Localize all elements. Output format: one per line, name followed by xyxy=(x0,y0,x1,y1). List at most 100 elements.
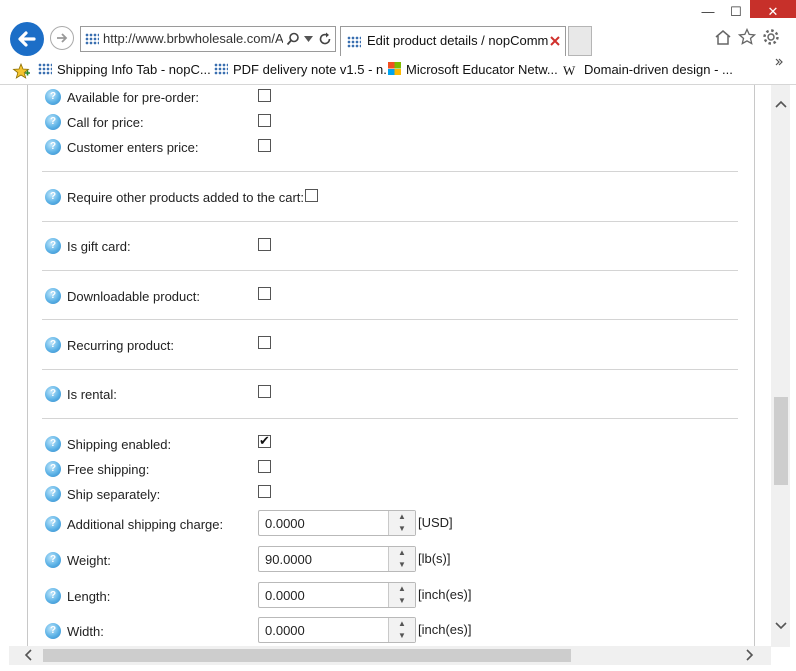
vertical-scroll-thumb[interactable] xyxy=(774,397,788,485)
help-icon[interactable]: ? xyxy=(45,238,61,254)
check-mark-icon: ✔ xyxy=(259,433,270,448)
decrement-arrow-icon[interactable]: ▼ xyxy=(389,523,415,535)
new-tab-button[interactable] xyxy=(568,26,592,56)
is-gift-card-label: Is gift card: xyxy=(67,239,131,254)
require-other-products-label: Require other products added to the cart… xyxy=(67,190,305,205)
downloadable-product-checkbox[interactable] xyxy=(258,287,271,300)
length-input[interactable]: 0.0000 ▲ ▼ xyxy=(258,582,416,608)
width-label: Width: xyxy=(67,624,104,639)
weight-input[interactable]: 90.0000 ▲ ▼ xyxy=(258,546,416,572)
decrement-arrow-icon[interactable]: ▼ xyxy=(389,559,415,571)
help-icon[interactable]: ? xyxy=(45,623,61,639)
back-arrow-icon xyxy=(18,31,36,47)
vertical-scrollbar[interactable] xyxy=(771,85,790,647)
forward-button[interactable] xyxy=(50,26,74,50)
section-divider xyxy=(42,418,738,419)
free-shipping-label: Free shipping: xyxy=(67,462,150,477)
section-divider xyxy=(42,319,738,320)
help-icon[interactable]: ? xyxy=(45,139,61,155)
favorites-overflow-icon[interactable] xyxy=(775,58,783,66)
favorite-link-shipping-info[interactable]: Shipping Info Tab - nopC... xyxy=(38,62,211,77)
decrement-arrow-icon[interactable]: ▼ xyxy=(389,595,415,607)
help-icon[interactable]: ? xyxy=(45,552,61,568)
address-bar[interactable]: http://www.brbwholesale.com/A xyxy=(80,26,336,52)
spinner-buttons: ▲ ▼ xyxy=(388,618,415,642)
favorite-link-microsoft-educator[interactable]: Microsoft Educator Netw... xyxy=(388,62,558,77)
increment-arrow-icon[interactable]: ▲ xyxy=(389,583,415,595)
free-shipping-checkbox[interactable] xyxy=(258,460,271,473)
microsoft-logo-icon xyxy=(388,62,401,75)
increment-arrow-icon[interactable]: ▲ xyxy=(389,511,415,523)
section-divider xyxy=(42,369,738,370)
grid-favicon-icon xyxy=(214,63,228,75)
length-unit-label: [inch(es)] xyxy=(418,587,472,602)
weight-label: Weight: xyxy=(67,553,111,568)
increment-arrow-icon[interactable]: ▲ xyxy=(389,547,415,559)
call-for-price-checkbox[interactable] xyxy=(258,114,271,127)
available-preorder-checkbox[interactable] xyxy=(258,89,271,102)
help-icon[interactable]: ? xyxy=(45,486,61,502)
favorites-bar: Shipping Info Tab - nopC... PDF delivery… xyxy=(0,58,796,85)
tab-edit-product[interactable]: Edit product details / nopComm xyxy=(340,26,566,56)
scroll-down-arrow-icon[interactable] xyxy=(774,619,788,633)
favorites-star-icon[interactable] xyxy=(738,28,756,46)
help-icon[interactable]: ? xyxy=(45,337,61,353)
search-icon[interactable] xyxy=(286,32,300,46)
customer-enters-price-checkbox[interactable] xyxy=(258,139,271,152)
ship-separately-checkbox[interactable] xyxy=(258,485,271,498)
add-favorite-star-icon[interactable] xyxy=(12,63,30,79)
available-preorder-label: Available for pre-order: xyxy=(67,90,199,105)
home-icon[interactable] xyxy=(714,29,732,46)
spinner-buttons: ▲ ▼ xyxy=(388,583,415,607)
tab-label: Edit product details / nopComm xyxy=(367,33,549,48)
ship-separately-label: Ship separately: xyxy=(67,487,161,502)
wikipedia-w-icon: W xyxy=(563,63,576,78)
refresh-icon[interactable] xyxy=(318,32,332,46)
section-divider xyxy=(42,270,738,271)
help-icon[interactable]: ? xyxy=(45,288,61,304)
page-viewport: ? Available for pre-order: ? Call for pr… xyxy=(9,85,771,647)
additional-shipping-charge-label: Additional shipping charge: xyxy=(67,517,224,532)
address-url: http://www.brbwholesale.com/A xyxy=(103,31,283,46)
is-rental-label: Is rental: xyxy=(67,387,117,402)
help-icon[interactable]: ? xyxy=(45,114,61,130)
back-button[interactable] xyxy=(10,22,44,56)
horizontal-scroll-thumb[interactable] xyxy=(43,649,571,662)
scroll-right-arrow-icon[interactable] xyxy=(745,649,755,664)
is-gift-card-checkbox[interactable] xyxy=(258,238,271,251)
additional-shipping-charge-input[interactable]: 0.0000 ▲ ▼ xyxy=(258,510,416,536)
help-icon[interactable]: ? xyxy=(45,461,61,477)
help-icon[interactable]: ? xyxy=(45,386,61,402)
favorite-link-domain-driven[interactable]: W Domain-driven design - ... xyxy=(563,62,733,78)
length-label: Length: xyxy=(67,589,111,604)
help-icon[interactable]: ? xyxy=(45,516,61,532)
forward-arrow-icon xyxy=(57,33,68,43)
horizontal-scrollbar[interactable] xyxy=(9,646,771,665)
width-input[interactable]: 0.0000 ▲ ▼ xyxy=(258,617,416,643)
settings-gear-icon[interactable] xyxy=(762,28,780,46)
shipping-enabled-checkbox[interactable]: ✔ xyxy=(258,433,271,448)
is-rental-checkbox[interactable] xyxy=(258,385,271,398)
help-icon[interactable]: ? xyxy=(45,189,61,205)
customer-enters-price-label: Customer enters price: xyxy=(67,140,199,155)
tab-close-icon[interactable] xyxy=(550,36,560,46)
recurring-product-checkbox[interactable] xyxy=(258,336,271,349)
help-icon[interactable]: ? xyxy=(45,436,61,452)
section-divider xyxy=(42,221,738,222)
require-other-products-checkbox[interactable] xyxy=(305,189,318,202)
spinner-buttons: ▲ ▼ xyxy=(388,547,415,571)
increment-arrow-icon[interactable]: ▲ xyxy=(389,618,415,630)
help-icon[interactable]: ? xyxy=(45,588,61,604)
scroll-left-arrow-icon[interactable] xyxy=(23,649,33,664)
favorite-link-pdf-delivery[interactable]: PDF delivery note v1.5 - n... xyxy=(214,62,394,77)
scroll-up-arrow-icon[interactable] xyxy=(774,97,788,111)
call-for-price-label: Call for price: xyxy=(67,115,144,130)
chevron-down-icon[interactable] xyxy=(304,36,313,42)
help-icon[interactable]: ? xyxy=(45,89,61,105)
decrement-arrow-icon[interactable]: ▼ xyxy=(389,630,415,642)
recurring-product-label: Recurring product: xyxy=(67,338,174,353)
tab-favicon-icon xyxy=(347,36,361,48)
grid-favicon-icon xyxy=(38,63,52,75)
spinner-buttons: ▲ ▼ xyxy=(388,511,415,535)
site-favicon-icon xyxy=(85,33,99,45)
